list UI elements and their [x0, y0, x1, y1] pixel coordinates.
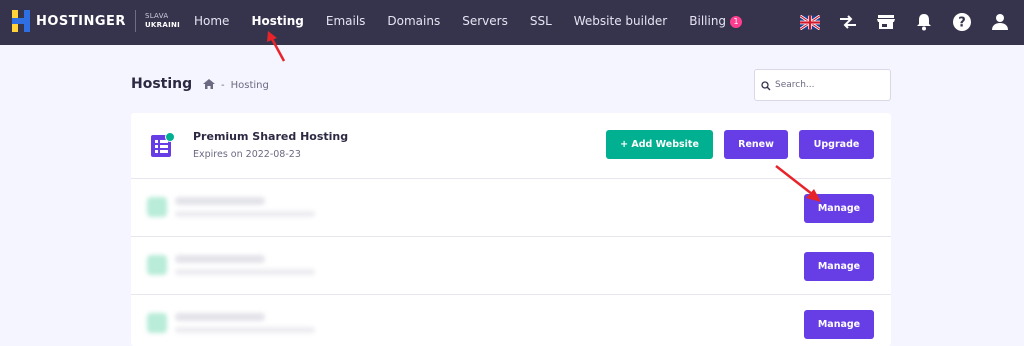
nav-home[interactable]: Home — [194, 14, 229, 28]
upgrade-button[interactable]: Upgrade — [799, 130, 874, 159]
blurred-site-details — [175, 211, 315, 217]
nav-ssl[interactable]: SSL — [530, 14, 552, 28]
brand-logo[interactable]: HOSTINGER SLAVA UKRAINI — [12, 10, 180, 32]
breadcrumb-current: Hosting — [230, 80, 269, 91]
blurred-site-details — [175, 327, 315, 333]
blurred-site-name — [175, 255, 265, 263]
search-input[interactable] — [775, 80, 885, 90]
hosting-card: Premium Shared Hosting Expires on 2022-0… — [131, 113, 891, 346]
blurred-site-icon — [147, 197, 167, 217]
nav-billing[interactable]: Billing 1 — [689, 14, 743, 28]
svg-text:?: ? — [958, 16, 966, 31]
nav-hosting[interactable]: Hosting — [251, 14, 303, 28]
manage-button[interactable]: Manage — [804, 252, 874, 281]
uk-flag-icon[interactable] — [800, 12, 820, 32]
page-title: Hosting — [131, 76, 193, 92]
nav-emails[interactable]: Emails — [326, 14, 366, 28]
breadcrumb-separator: - — [221, 80, 225, 91]
transfer-icon[interactable] — [838, 12, 858, 32]
store-icon[interactable] — [876, 12, 896, 32]
help-icon[interactable]: ? — [952, 12, 972, 32]
blurred-site-icon — [147, 313, 167, 333]
nav-website-builder[interactable]: Website builder — [574, 14, 667, 28]
plan-expiry: Expires on 2022-08-23 — [193, 149, 301, 160]
slava-ukraini-tag: SLAVA UKRAINI — [144, 12, 181, 29]
manage-button[interactable]: Manage — [804, 310, 874, 339]
logo-divider — [134, 10, 136, 32]
renew-button[interactable]: Renew — [724, 130, 788, 159]
nav-billing-label: Billing — [689, 14, 727, 28]
top-nav-bar: HOSTINGER SLAVA UKRAINI Home Hosting Ema… — [0, 0, 1024, 45]
blurred-site-icon — [147, 255, 167, 275]
plan-name: Premium Shared Hosting — [193, 130, 349, 143]
nav-servers[interactable]: Servers — [462, 14, 508, 28]
home-icon[interactable] — [203, 79, 215, 92]
website-row: Manage — [131, 179, 891, 237]
plan-row: Premium Shared Hosting Expires on 2022-0… — [131, 113, 891, 179]
hostinger-logo-icon — [12, 10, 30, 32]
search-icon — [761, 76, 771, 95]
add-website-button[interactable]: + Add Website — [606, 130, 713, 159]
blurred-site-details — [175, 269, 315, 275]
blurred-site-name — [175, 197, 265, 205]
main-nav: Home Hosting Emails Domains Servers SSL … — [194, 14, 764, 28]
manage-button[interactable]: Manage — [804, 194, 874, 223]
hosting-plan-icon — [151, 132, 175, 158]
bell-icon[interactable] — [914, 12, 934, 32]
user-icon[interactable] — [990, 12, 1010, 32]
header-actions: ? — [782, 12, 1010, 32]
brand-name: HOSTINGER — [36, 13, 126, 29]
website-row: Manage — [131, 237, 891, 295]
nav-domains[interactable]: Domains — [387, 14, 440, 28]
blurred-site-name — [175, 313, 265, 321]
search-box[interactable] — [754, 69, 891, 101]
billing-count-badge: 1 — [730, 16, 743, 28]
breadcrumb: - Hosting — [203, 79, 269, 92]
website-row: Manage — [131, 295, 891, 346]
